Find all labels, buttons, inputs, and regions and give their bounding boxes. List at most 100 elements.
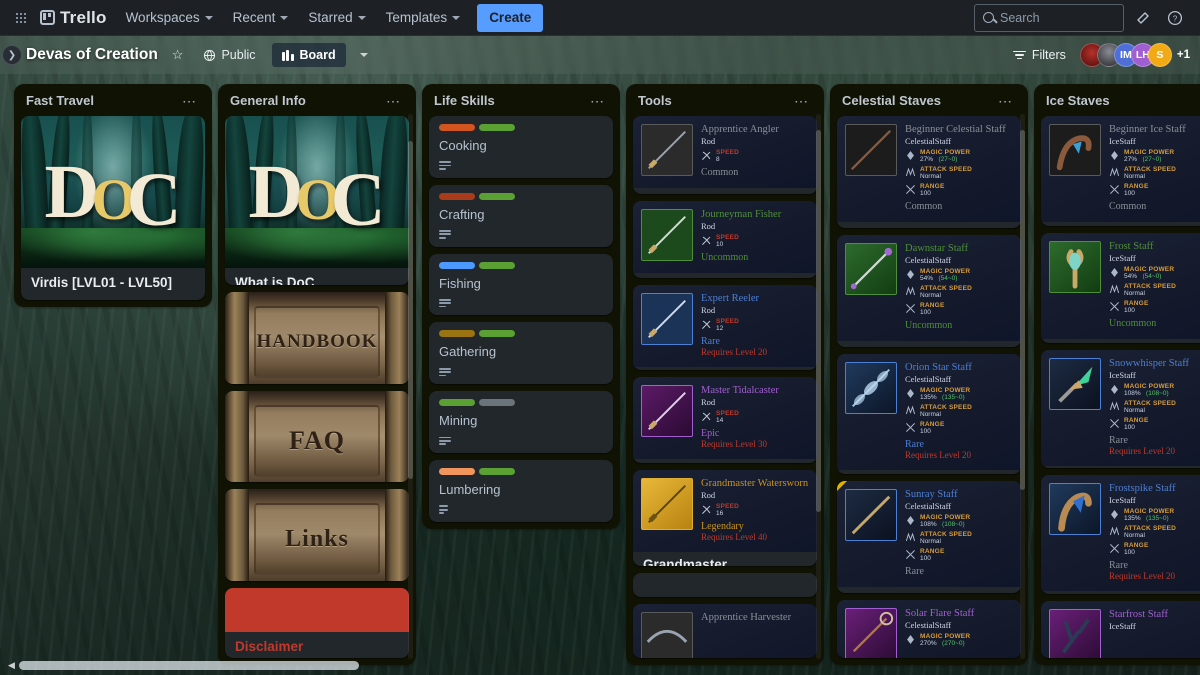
stat-value: 14 xyxy=(716,417,724,425)
card-gathering[interactable]: Gathering xyxy=(429,322,613,385)
card-apprentice-harvester[interactable]: Apprentice Harvester xyxy=(633,603,817,658)
label-chip[interactable] xyxy=(479,261,515,269)
card-starfrost-staff[interactable]: Starfrost Staff IceStaff xyxy=(1041,600,1200,658)
item-requirement: Requires Level 20 xyxy=(1109,571,1175,582)
list-actions-icon[interactable]: ⋯ xyxy=(178,94,201,108)
label-chip[interactable] xyxy=(479,330,515,338)
filter-icon xyxy=(1012,50,1026,60)
label-chip[interactable] xyxy=(439,124,475,131)
scrollbar-thumb[interactable] xyxy=(18,660,360,670)
create-button[interactable]: Create xyxy=(477,3,544,32)
card-grandmaster-watersworn[interactable]: Grandmaster Watersworn Rod SPEED 16 Lege… xyxy=(633,469,817,567)
card-solar-flare-staff[interactable]: Solar Flare Staff CelestialStaff MAGIC P… xyxy=(837,599,1021,658)
item-thumbnail xyxy=(641,611,693,658)
board-horizontal-scrollbar[interactable]: ◀ xyxy=(0,658,1200,672)
label-chip[interactable] xyxy=(439,192,475,200)
card-cooking[interactable]: Cooking xyxy=(429,116,613,178)
label-chip[interactable] xyxy=(439,330,475,338)
list-general-info[interactable]: General Info ⋯ DOC What is DoC HANDBOOK … xyxy=(218,84,416,665)
card-disclaimer[interactable]: Disclaimer xyxy=(225,588,409,658)
list-title: General Info xyxy=(230,93,306,108)
list-scrollbar[interactable] xyxy=(816,114,821,659)
card-handbook[interactable]: HANDBOOK xyxy=(225,291,409,384)
card-crafting[interactable]: Crafting xyxy=(429,184,613,247)
card-frost-staff[interactable]: Frost Staff IceStaff MAGIC POWER 54% (54… xyxy=(1041,233,1200,344)
board-canvas[interactable]: Fast Travel ⋯ DOC Virdis [LVL01 - LVL50] xyxy=(0,74,1200,675)
card-badges xyxy=(429,501,613,522)
view-label: Board xyxy=(299,48,336,62)
card-container: Beginner Ice Staff IceStaff MAGIC POWER … xyxy=(1039,116,1200,660)
avatar[interactable]: S xyxy=(1147,43,1172,67)
chevron-left-icon[interactable]: ◀ xyxy=(8,660,15,671)
member-avatars: IM LH S +1 xyxy=(1079,43,1190,67)
card-mining[interactable]: Mining xyxy=(429,391,613,454)
item-rarity: Rare xyxy=(905,438,924,450)
nav-templates[interactable]: Templates xyxy=(377,5,470,31)
card-virdis[interactable]: DOC Virdis [LVL01 - LVL50] xyxy=(21,116,205,301)
stat-value: 16 xyxy=(716,509,724,517)
card-badge-icon xyxy=(837,480,847,491)
range-icon xyxy=(906,549,915,559)
bell-icon[interactable] xyxy=(1130,5,1156,31)
description-icon xyxy=(439,298,451,308)
list-scrollbar[interactable] xyxy=(1020,114,1025,659)
card-placeholder[interactable] xyxy=(633,573,817,597)
list-actions-icon[interactable]: ⋯ xyxy=(994,94,1017,108)
list-actions-icon[interactable]: ⋯ xyxy=(790,94,813,108)
nav-workspaces[interactable]: Workspaces xyxy=(117,5,222,31)
card-snowwhisper-staff[interactable]: Snowwhisper Staff IceStaff MAGIC POWER 1… xyxy=(1041,350,1200,469)
view-switcher-board[interactable]: Board xyxy=(271,43,346,67)
list-actions-icon[interactable]: ⋯ xyxy=(586,94,609,108)
filters-button[interactable]: Filters xyxy=(1007,44,1072,66)
card-master-tidalcaster[interactable]: Master Tidalcaster Rod SPEED 14 Epic Req… xyxy=(633,377,817,463)
nav-templates-label: Templates xyxy=(385,10,448,25)
card-lumbering[interactable]: Lumbering xyxy=(429,460,613,522)
card-fishing[interactable]: Fishing xyxy=(429,253,613,316)
card-expert-reeler[interactable]: Expert Reeler Rod SPEED 12 Rare Requires… xyxy=(633,285,817,371)
card-sunray-staff[interactable]: Sunray Staff CelestialStaff MAGIC POWER … xyxy=(837,480,1021,593)
item-rarity: Uncommon xyxy=(905,319,953,331)
label-chip[interactable] xyxy=(479,124,515,131)
list-fast-travel[interactable]: Fast Travel ⋯ DOC Virdis [LVL01 - LVL50] xyxy=(14,84,212,308)
card-links[interactable]: Links xyxy=(225,489,409,582)
card-orion-star-staff[interactable]: Orion Star Staff CelestialStaff MAGIC PO… xyxy=(837,353,1021,474)
view-chevron-down-icon[interactable] xyxy=(356,50,372,60)
list-celestial-staves[interactable]: Celestial Staves ⋯ Beginner Celestial St… xyxy=(830,84,1028,665)
search-input[interactable]: Search xyxy=(974,3,1124,32)
list-scrollbar[interactable] xyxy=(408,114,413,659)
card-container: Cooking Crafting Fishing Gathering Minin… xyxy=(427,116,615,524)
card-what-is-doc[interactable]: DOC What is DoC xyxy=(225,116,409,285)
item-thumbnail xyxy=(1049,358,1101,411)
label-chip[interactable] xyxy=(479,468,515,476)
label-chip[interactable] xyxy=(479,192,515,200)
item-name: Starfrost Staff xyxy=(1109,608,1169,620)
card-frostspike-staff[interactable]: Frostspike Staff IceStaff MAGIC POWER 13… xyxy=(1041,475,1200,594)
help-circle-icon[interactable]: ? xyxy=(1162,5,1188,31)
list-life-skills[interactable]: Life Skills ⋯ Cooking Crafting Fishing G… xyxy=(422,84,620,529)
card-journeyman-fisher[interactable]: Journeyman Fisher Rod SPEED 10 Uncommon … xyxy=(633,200,817,279)
card-apprentice-angler[interactable]: Apprentice Angler Rod SPEED 8 Common App… xyxy=(633,116,817,194)
grid-apps-icon[interactable] xyxy=(8,5,34,31)
nav-recent[interactable]: Recent xyxy=(224,5,298,31)
stat-name: SPEED xyxy=(716,502,740,510)
stat-value: 100 xyxy=(920,308,931,316)
label-chip[interactable] xyxy=(439,261,475,269)
label-chip[interactable] xyxy=(439,468,475,476)
trello-logo[interactable]: Trello xyxy=(36,8,115,28)
item-type: IceStaff xyxy=(1109,370,1136,381)
visibility-button[interactable]: Public xyxy=(197,45,261,65)
list-tools[interactable]: Tools ⋯ Apprentice Angler Rod SPEED 8 Co… xyxy=(626,84,824,665)
list-ice-staves[interactable]: Ice Staves ⋯ Beginner Ice Staff IceStaff xyxy=(1034,84,1200,665)
card-beginners-celestial-staff[interactable]: Beginner Celestial Staff CelestialStaff … xyxy=(837,116,1021,228)
star-icon[interactable]: ☆ xyxy=(168,44,188,66)
scrollbar-track[interactable] xyxy=(18,660,1192,670)
card-beginners-ice-staff[interactable]: Beginner Ice Staff IceStaff MAGIC POWER … xyxy=(1041,116,1200,227)
label-chip[interactable] xyxy=(439,399,475,407)
list-actions-icon[interactable]: ⋯ xyxy=(382,94,405,108)
label-chip[interactable] xyxy=(479,399,515,407)
sidebar-toggle-button[interactable]: ❯ xyxy=(2,45,22,65)
nav-starred[interactable]: Starred xyxy=(299,5,374,31)
item-tooltip: Frost Staff IceStaff MAGIC POWER 54% (54… xyxy=(1041,233,1200,340)
card-dawnstar-staff[interactable]: Dawnstar Staff CelestialStaff MAGIC POWE… xyxy=(837,234,1021,347)
card-faq[interactable]: FAQ xyxy=(225,390,409,483)
